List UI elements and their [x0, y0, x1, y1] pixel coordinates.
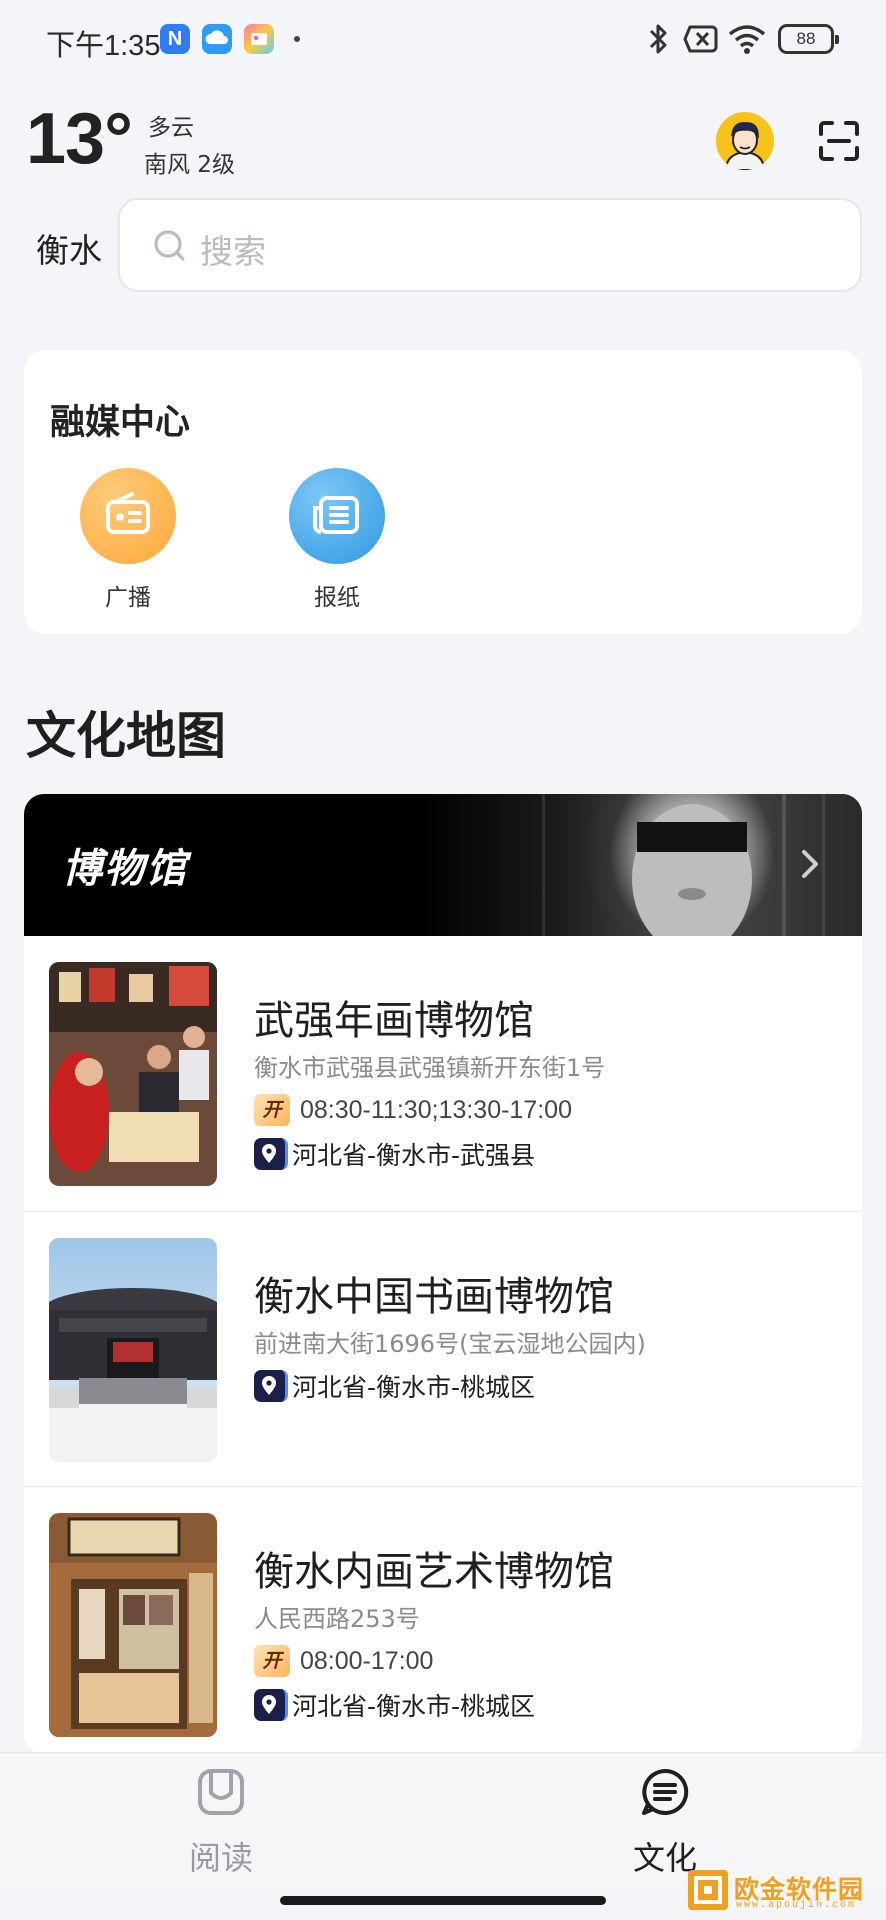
museum-thumbnail [49, 1513, 217, 1737]
location-pin-icon [254, 1689, 288, 1721]
museum-region: 河北省-衡水市-武强县 [292, 1141, 536, 1170]
city-selector[interactable]: 衡水 [36, 224, 102, 272]
media-item-newspaper[interactable]: 报纸 [287, 468, 387, 612]
location-pin-icon [254, 1138, 288, 1170]
weather-wind: 南风 2级 [144, 152, 235, 178]
museum-hours-row: 开 08:00-17:00 [254, 1643, 433, 1679]
radio-icon [80, 468, 176, 564]
museum-address: 人民西路253号 [254, 1605, 420, 1633]
weather-condition: 多云 [148, 115, 194, 141]
museum-hours: 08:30-11:30;13:30-17:00 [300, 1095, 572, 1124]
newspaper-icon [289, 468, 385, 564]
culture-map-title: 文化地图 [26, 707, 226, 765]
status-time: 下午1:35 [46, 30, 161, 62]
banner-title: 博物馆 [62, 846, 188, 892]
museum-address: 衡水市武强县武强镇新开东街1号 [254, 1054, 606, 1082]
open-hours-icon: 开 [254, 1645, 290, 1677]
site-watermark: 欧金软件园 www.apoujin.com [686, 1866, 884, 1916]
media-item-radio[interactable]: 广播 [78, 468, 178, 612]
banner-statue-image [422, 794, 862, 936]
museum-list: 武强年画博物馆 衡水市武强县武强镇新开东街1号 开 08:30-11:30;13… [24, 936, 862, 1754]
museum-region-row: 河北省-衡水市-武强县 [254, 1136, 535, 1172]
museum-name: 武强年画博物馆 [254, 998, 534, 1044]
location-pin-icon [254, 1370, 288, 1402]
media-item-label: 报纸 [314, 585, 360, 611]
museum-card: 博物馆 武强年画博物馆 衡水市武强县武强镇新开东街1号 开 08:30-11:3… [24, 794, 862, 1754]
status-bar: 下午1:35 N 88 [0, 0, 886, 78]
museum-thumbnail [49, 1238, 217, 1462]
watermark-logo-icon [688, 1870, 728, 1910]
search-icon [154, 230, 185, 261]
museum-name: 衡水内画艺术博物馆 [254, 1549, 614, 1595]
search-placeholder: 搜索 [200, 232, 266, 271]
bottom-tab-bar: 阅读 文化 [0, 1752, 886, 1884]
media-center-title: 融媒中心 [50, 403, 191, 443]
museum-region: 河北省-衡水市-桃城区 [292, 1373, 536, 1402]
status-more-dot [294, 36, 300, 42]
museum-region: 河北省-衡水市-桃城区 [292, 1692, 536, 1721]
museum-name: 衡水中国书画博物馆 [254, 1274, 614, 1320]
scan-button[interactable] [816, 118, 862, 164]
museum-region-row: 河北省-衡水市-桃城区 [254, 1687, 535, 1723]
weather-temperature: 13° [26, 99, 133, 179]
sim-off-icon [683, 25, 718, 53]
museum-list-item[interactable]: 武强年画博物馆 衡水市武强县武强镇新开东街1号 开 08:30-11:30;13… [24, 936, 862, 1211]
museum-hours: 08:00-17:00 [300, 1646, 434, 1675]
gallery-icon [244, 24, 274, 54]
tab-label: 阅读 [188, 1839, 253, 1877]
bluetooth-icon [649, 24, 667, 54]
notification-n-icon: N [160, 24, 190, 54]
watermark-url: www.apoujin.com [736, 1900, 857, 1911]
museum-banner[interactable]: 博物馆 [24, 794, 862, 936]
user-avatar[interactable] [716, 112, 774, 170]
media-item-label: 广播 [105, 585, 151, 611]
battery-icon: 88 [778, 24, 839, 54]
tab-culture[interactable]: 文化 [600, 1767, 730, 1879]
tab-read[interactable]: 阅读 [156, 1767, 286, 1879]
museum-hours-row: 开 08:30-11:30;13:30-17:00 [254, 1092, 572, 1128]
open-hours-icon: 开 [254, 1094, 290, 1126]
museum-list-item[interactable]: 衡水中国书画博物馆 前进南大街1696号(宝云湿地公园内) 河北省-衡水市-桃城… [24, 1211, 862, 1486]
avatar-icon [716, 112, 774, 170]
scan-icon [819, 121, 859, 161]
read-icon [198, 1769, 244, 1815]
media-center-card: 融媒中心 广播 报纸 [24, 350, 862, 634]
battery-level: 88 [796, 29, 816, 48]
museum-thumbnail [49, 962, 217, 1186]
home-indicator[interactable] [280, 1896, 606, 1905]
search-input[interactable]: 搜索 [118, 198, 862, 292]
museum-address: 前进南大街1696号(宝云湿地公园内) [254, 1330, 646, 1358]
cloud-icon [202, 24, 232, 54]
wifi-icon [728, 25, 766, 54]
chevron-right-icon [802, 850, 818, 878]
culture-icon [642, 1768, 689, 1815]
museum-list-item[interactable]: 衡水内画艺术博物馆 人民西路253号 开 08:00-17:00 河北省-衡水市… [24, 1486, 862, 1754]
museum-region-row: 河北省-衡水市-桃城区 [254, 1368, 535, 1404]
